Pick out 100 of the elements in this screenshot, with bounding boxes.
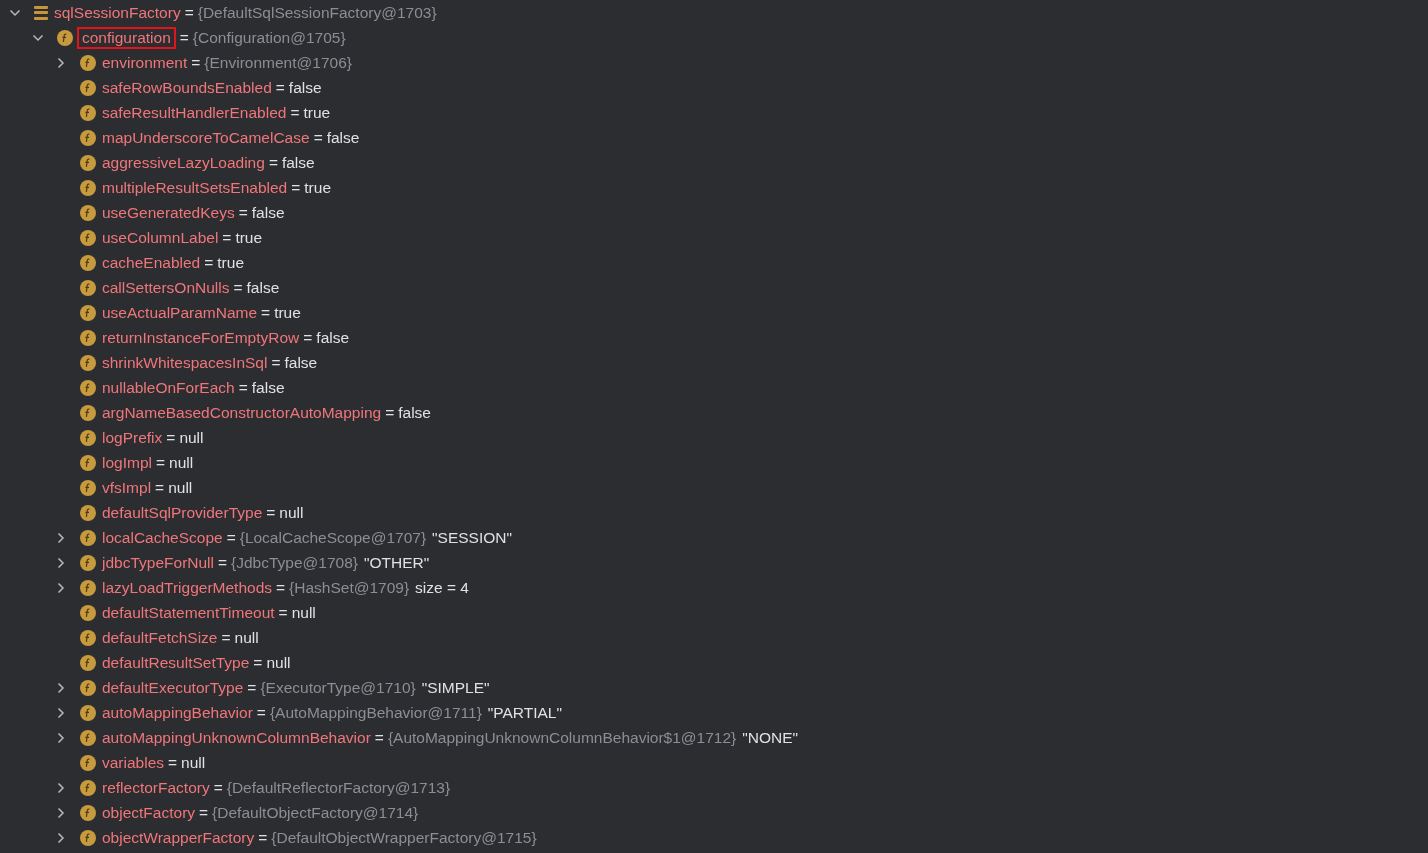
variable-value: "PARTIAL" [487, 702, 562, 723]
field-icon [80, 504, 96, 521]
type-label: {Configuration@1705} [192, 27, 346, 48]
type-label: {HashSet@1709} [289, 577, 410, 598]
field-icon [80, 804, 96, 821]
type-label: {DefaultReflectorFactory@1713} [226, 777, 451, 798]
equals-sign: = [238, 202, 248, 223]
field-icon [80, 429, 96, 446]
variable-name: safeRowBoundsEnabled [102, 77, 272, 98]
field-icon [80, 704, 96, 721]
equals-sign: = [256, 702, 266, 723]
type-label: {LocalCacheScope@1707} [239, 527, 427, 548]
variable-value: false [251, 202, 285, 223]
equals-sign: = [253, 652, 263, 673]
equals-sign: = [291, 177, 301, 198]
chevron-right-icon[interactable] [55, 556, 67, 569]
equals-sign: = [155, 477, 165, 498]
field-icon [80, 79, 96, 96]
variable-name: nullableOnForEach [102, 377, 235, 398]
equals-sign: = [226, 527, 236, 548]
variable-name: jdbcTypeForNull [102, 552, 214, 573]
variable-name: autoMappingUnknownColumnBehavior [102, 727, 371, 748]
field-icon [80, 629, 96, 646]
variable-value: null [179, 427, 204, 448]
equals-sign: = [155, 452, 166, 473]
equals-sign: = [222, 227, 232, 248]
variable-value: "SIMPLE" [421, 677, 490, 698]
equals-sign: = [213, 777, 223, 798]
variable-value: "SESSION" [432, 527, 512, 548]
field-icon [80, 679, 96, 696]
variable-value: true [274, 302, 301, 323]
variable-name: returnInstanceForEmptyRow [102, 327, 300, 348]
equals-sign: = [204, 252, 214, 273]
chevron-right-icon[interactable] [55, 781, 67, 794]
chevron-right-icon[interactable] [55, 56, 67, 69]
variable-value: true [217, 252, 245, 273]
variable-name: reflectorFactory [102, 777, 210, 798]
variable-name: autoMappingBehavior [102, 702, 253, 723]
equals-sign: = [179, 27, 189, 48]
equals-sign: = [258, 827, 268, 848]
variable-value: "OTHER" [364, 552, 430, 573]
variable-name: defaultResultSetType [102, 652, 250, 673]
field-icon [80, 379, 96, 396]
equals-sign: = [275, 77, 285, 98]
equals-sign: = [303, 327, 313, 348]
type-label: {ExecutorType@1710} [260, 677, 416, 698]
variable-value: null [181, 752, 206, 773]
equals-sign: = [278, 602, 288, 623]
variable-value: true [303, 102, 331, 123]
variable-name: argNameBasedConstructorAutoMapping [102, 402, 382, 423]
field-icon [80, 279, 96, 296]
field-icon [80, 729, 96, 746]
chevron-right-icon[interactable] [55, 831, 67, 844]
variable-name: multipleResultSetsEnabled [102, 177, 288, 198]
equals-sign: = [261, 302, 271, 323]
chevron-right-icon[interactable] [55, 581, 67, 594]
field-icon [80, 354, 96, 371]
variable-value: null [266, 652, 291, 673]
field-icon [57, 29, 73, 46]
variable-name: configuration [77, 26, 176, 49]
field-icon [80, 404, 96, 421]
variable-name: localCacheScope [102, 527, 223, 548]
variable-name: objectFactory [102, 802, 196, 823]
chevron-right-icon[interactable] [55, 706, 67, 719]
variable-name: defaultFetchSize [102, 627, 218, 648]
field-icon [80, 604, 96, 621]
chevron-right-icon[interactable] [55, 806, 67, 819]
variable-name: useColumnLabel [102, 227, 219, 248]
field-icon [80, 579, 96, 596]
variable-name: useGeneratedKeys [102, 202, 235, 223]
variable-value: false [246, 277, 280, 298]
chevron-right-icon[interactable] [55, 681, 67, 694]
equals-sign: = [313, 127, 323, 148]
variable-value: true [304, 177, 332, 198]
variable-name: aggressiveLazyLoading [102, 152, 265, 173]
chevron-right-icon[interactable] [55, 731, 67, 744]
equals-sign: = [199, 802, 209, 823]
variable-value: false [251, 377, 285, 398]
variable-value: false [288, 77, 322, 98]
equals-sign: = [268, 152, 278, 173]
variable-name: variables [102, 752, 165, 773]
stack-icon [34, 5, 48, 20]
field-icon [80, 554, 96, 571]
field-icon [80, 829, 96, 846]
field-icon [80, 329, 96, 346]
variable-name: defaultStatementTimeout [102, 602, 275, 623]
type-label: {AutoMappingBehavior@1711} [269, 702, 482, 723]
variable-name: cacheEnabled [102, 252, 201, 273]
field-icon [80, 454, 96, 471]
equals-sign: = [266, 502, 276, 523]
variable-value: false [284, 352, 318, 373]
field-icon [80, 654, 96, 671]
type-label: {JdbcType@1708} [231, 552, 358, 573]
equals-sign: = [191, 52, 201, 73]
field-icon [80, 179, 96, 196]
variable-value: null [279, 502, 304, 523]
variable-name: mapUnderscoreToCamelCase [102, 127, 310, 148]
variable-value: null [291, 602, 316, 623]
type-label: {Environment@1706} [204, 52, 352, 73]
chevron-right-icon[interactable] [55, 531, 67, 544]
